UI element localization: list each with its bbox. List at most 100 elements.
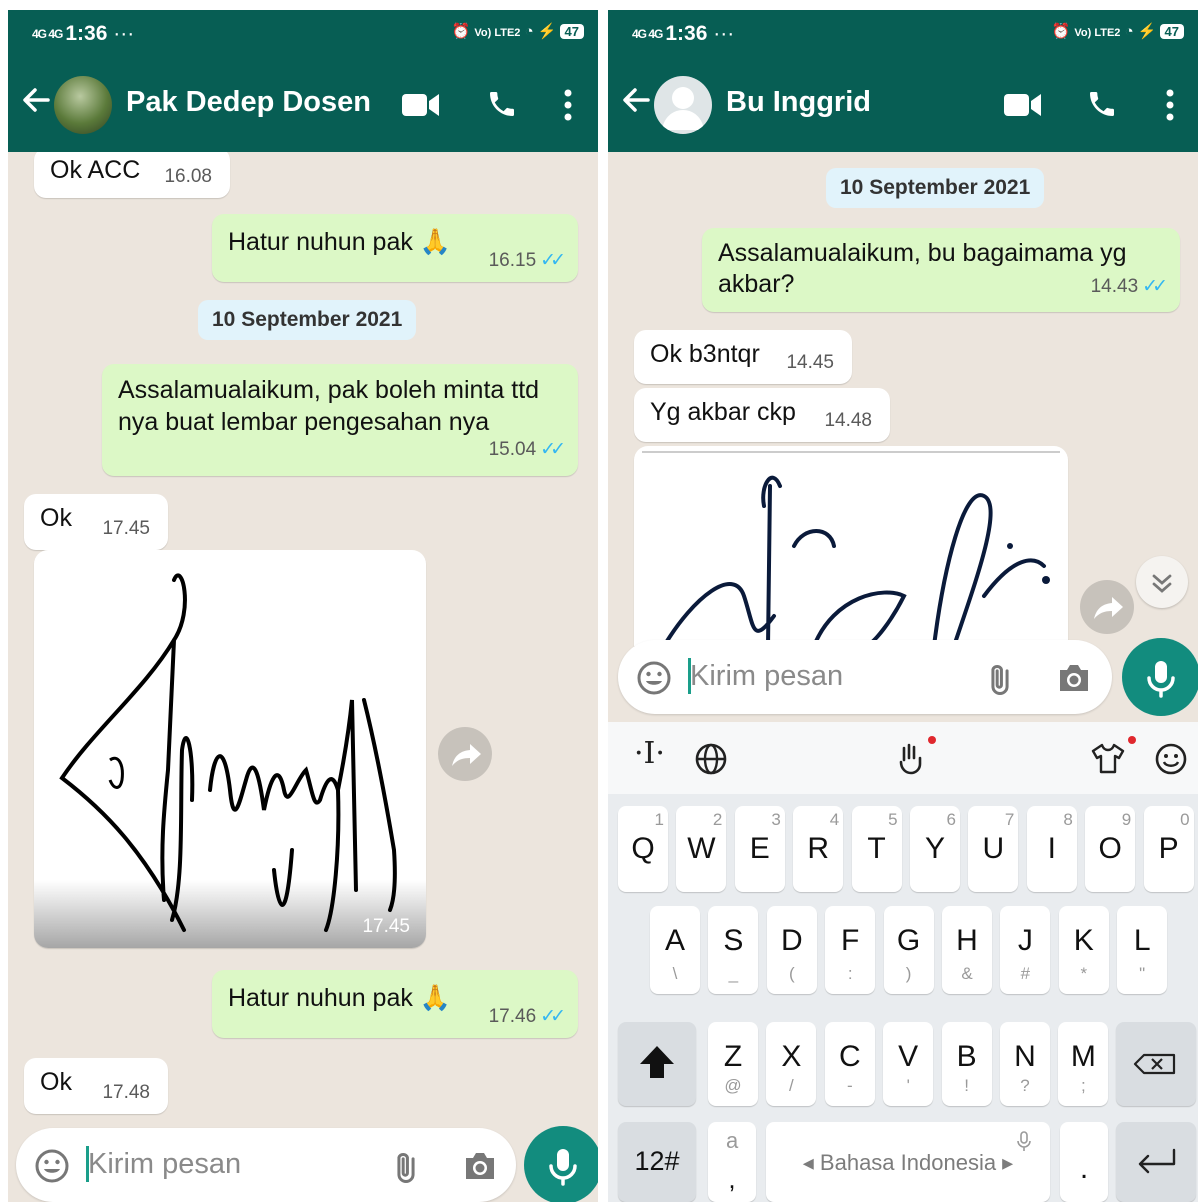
signal-icon: 4G 4G — [32, 27, 63, 41]
key-sub-label: a — [726, 1128, 739, 1153]
message-text: Assalamualaikum, bu bagaimama yg akbar? — [718, 239, 1127, 298]
numbers-key[interactable]: 12# — [618, 1122, 696, 1202]
attach-icon[interactable] — [982, 660, 1018, 696]
key-g[interactable]: G) — [883, 906, 934, 994]
voice-record-button[interactable] — [524, 1126, 598, 1202]
emoji-icon[interactable] — [636, 660, 672, 696]
key-n[interactable]: N? — [1000, 1022, 1050, 1106]
contact-name[interactable]: Pak Dedep Dosen — [126, 86, 371, 119]
key-sub-label: 3 — [771, 810, 781, 829]
forward-button[interactable] — [1080, 580, 1134, 634]
key-e[interactable]: E3 — [734, 806, 785, 892]
key-sub-label: ; — [1081, 1076, 1086, 1095]
video-call-icon[interactable] — [402, 92, 440, 118]
signature-image[interactable] — [634, 446, 1068, 646]
key-l[interactable]: L " — [1117, 906, 1168, 994]
message-list[interactable]: Ok ACC 16.08 Hatur nuhun pak 🙏 16.15 ✓✓ 1… — [8, 152, 598, 1202]
enter-key[interactable] — [1116, 1122, 1196, 1202]
key-o[interactable]: O9 — [1085, 806, 1136, 892]
key-y[interactable]: Y6 — [910, 806, 960, 892]
message-bubble[interactable]: Ok ACC 16.08 — [34, 152, 230, 198]
message-list[interactable]: 10 September 2021 Assalamualaikum, bu ba… — [608, 152, 1198, 1202]
space-key[interactable]: ◂ Bahasa Indonesia ▸ — [766, 1122, 1050, 1202]
message-composer[interactable]: Kirim pesan — [16, 1128, 516, 1202]
voice-call-icon[interactable] — [486, 88, 518, 120]
default-avatar-icon — [662, 87, 704, 130]
back-arrow-icon[interactable] — [620, 84, 652, 116]
key-m[interactable]: M; — [1058, 1022, 1109, 1106]
message-bubble[interactable]: Hatur nuhun pak 🙏 17.46 ✓✓ — [212, 970, 578, 1038]
key-v[interactable]: V ' — [883, 1022, 934, 1106]
forward-button[interactable] — [438, 727, 492, 781]
video-call-icon[interactable] — [1004, 92, 1042, 118]
message-composer[interactable]: Kirim pesan — [618, 640, 1112, 714]
camera-icon[interactable] — [462, 1150, 498, 1182]
theme-shirt-icon[interactable] — [1090, 742, 1126, 774]
date-chip: 10 September 2021 — [198, 300, 417, 340]
key-z[interactable]: Z @ — [708, 1022, 758, 1106]
voice-call-icon[interactable] — [1086, 88, 1118, 120]
shift-key[interactable] — [618, 1022, 696, 1106]
status-bar: 4G 4G 1:36 ··· ⏰ Vo) LTE2 ◔ ⚡ 47 — [608, 10, 1198, 56]
key-c[interactable]: C- — [824, 1022, 875, 1106]
key-w[interactable]: W2 — [676, 806, 727, 892]
message-input[interactable]: Kirim pesan — [88, 1148, 241, 1181]
space-label: ◂ Bahasa Indonesia ▸ — [802, 1150, 1014, 1175]
message-bubble[interactable]: Hatur nuhun pak 🙏 16.15 ✓✓ — [212, 214, 578, 282]
period-key[interactable]: . — [1060, 1122, 1108, 1202]
signature-image[interactable]: 17.45 — [34, 550, 426, 948]
backspace-key[interactable] — [1116, 1022, 1196, 1106]
contact-avatar[interactable] — [654, 76, 712, 134]
more-options-icon[interactable] — [1164, 88, 1176, 122]
text-cursor-tool-icon[interactable]: ·I· — [634, 736, 665, 771]
more-options-icon[interactable] — [562, 88, 574, 122]
key-x[interactable]: X / — [766, 1022, 817, 1106]
key-q[interactable]: Q1 — [618, 806, 668, 892]
key-label: T — [867, 832, 886, 865]
comma-key[interactable]: a , — [708, 1122, 756, 1202]
status-more: ··· — [113, 22, 135, 45]
battery-level: 47 — [1159, 24, 1184, 39]
message-input[interactable]: Kirim pesan — [690, 660, 843, 693]
emoji-icon[interactable] — [34, 1148, 70, 1184]
microphone-icon — [549, 1149, 577, 1186]
message-bubble[interactable]: Assalamualaikum, bu bagaimama yg akbar? … — [702, 228, 1180, 312]
key-label: Y — [924, 832, 945, 865]
message-bubble[interactable]: Ok 17.48 — [24, 1058, 168, 1114]
key-f[interactable]: F: — [825, 906, 876, 994]
key-u[interactable]: U7 — [968, 806, 1019, 892]
back-arrow-icon[interactable] — [20, 84, 52, 116]
attach-icon[interactable] — [388, 1148, 424, 1184]
contact-name[interactable]: Bu Inggrid — [726, 86, 871, 119]
key-j[interactable]: J # — [1000, 906, 1051, 994]
key-b[interactable]: B! — [941, 1022, 992, 1106]
key-label: F — [841, 924, 860, 957]
message-bubble[interactable]: Yg akbar ckp 14.48 — [634, 388, 890, 442]
hand-gesture-icon[interactable] — [892, 740, 928, 776]
message-bubble[interactable]: Ok 17.45 — [24, 494, 168, 550]
globe-icon[interactable] — [694, 742, 728, 776]
key-label: L — [1133, 924, 1151, 957]
key-sub-label: ! — [964, 1076, 969, 1095]
scroll-down-button[interactable] — [1136, 556, 1188, 608]
key-d[interactable]: D( — [766, 906, 817, 994]
voice-record-button[interactable] — [1122, 638, 1198, 716]
key-t[interactable]: T5 — [851, 806, 902, 892]
emoji-icon[interactable] — [1154, 742, 1188, 776]
key-i[interactable]: I8 — [1026, 806, 1077, 892]
key-label: W — [687, 832, 716, 865]
message-bubble[interactable]: Assalamualaikum, pak boleh minta ttd nya… — [102, 364, 578, 476]
key-s[interactable]: S _ — [708, 906, 759, 994]
key-h[interactable]: H & — [942, 906, 992, 994]
double-check-icon: ✓✓ — [540, 439, 566, 460]
camera-icon[interactable] — [1056, 662, 1092, 694]
key-r[interactable]: R4 — [793, 806, 844, 892]
key-a[interactable]: A \ — [650, 906, 700, 994]
key-p[interactable]: P0 — [1143, 806, 1194, 892]
contact-avatar[interactable] — [54, 76, 112, 134]
message-bubble[interactable]: Ok b3ntqr 14.45 — [634, 330, 852, 384]
double-check-icon: ✓✓ — [540, 250, 566, 271]
key-k[interactable]: K * — [1058, 906, 1109, 994]
message-time: 17.48 — [102, 1082, 150, 1103]
signal-icon: 4G 4G — [632, 27, 663, 41]
